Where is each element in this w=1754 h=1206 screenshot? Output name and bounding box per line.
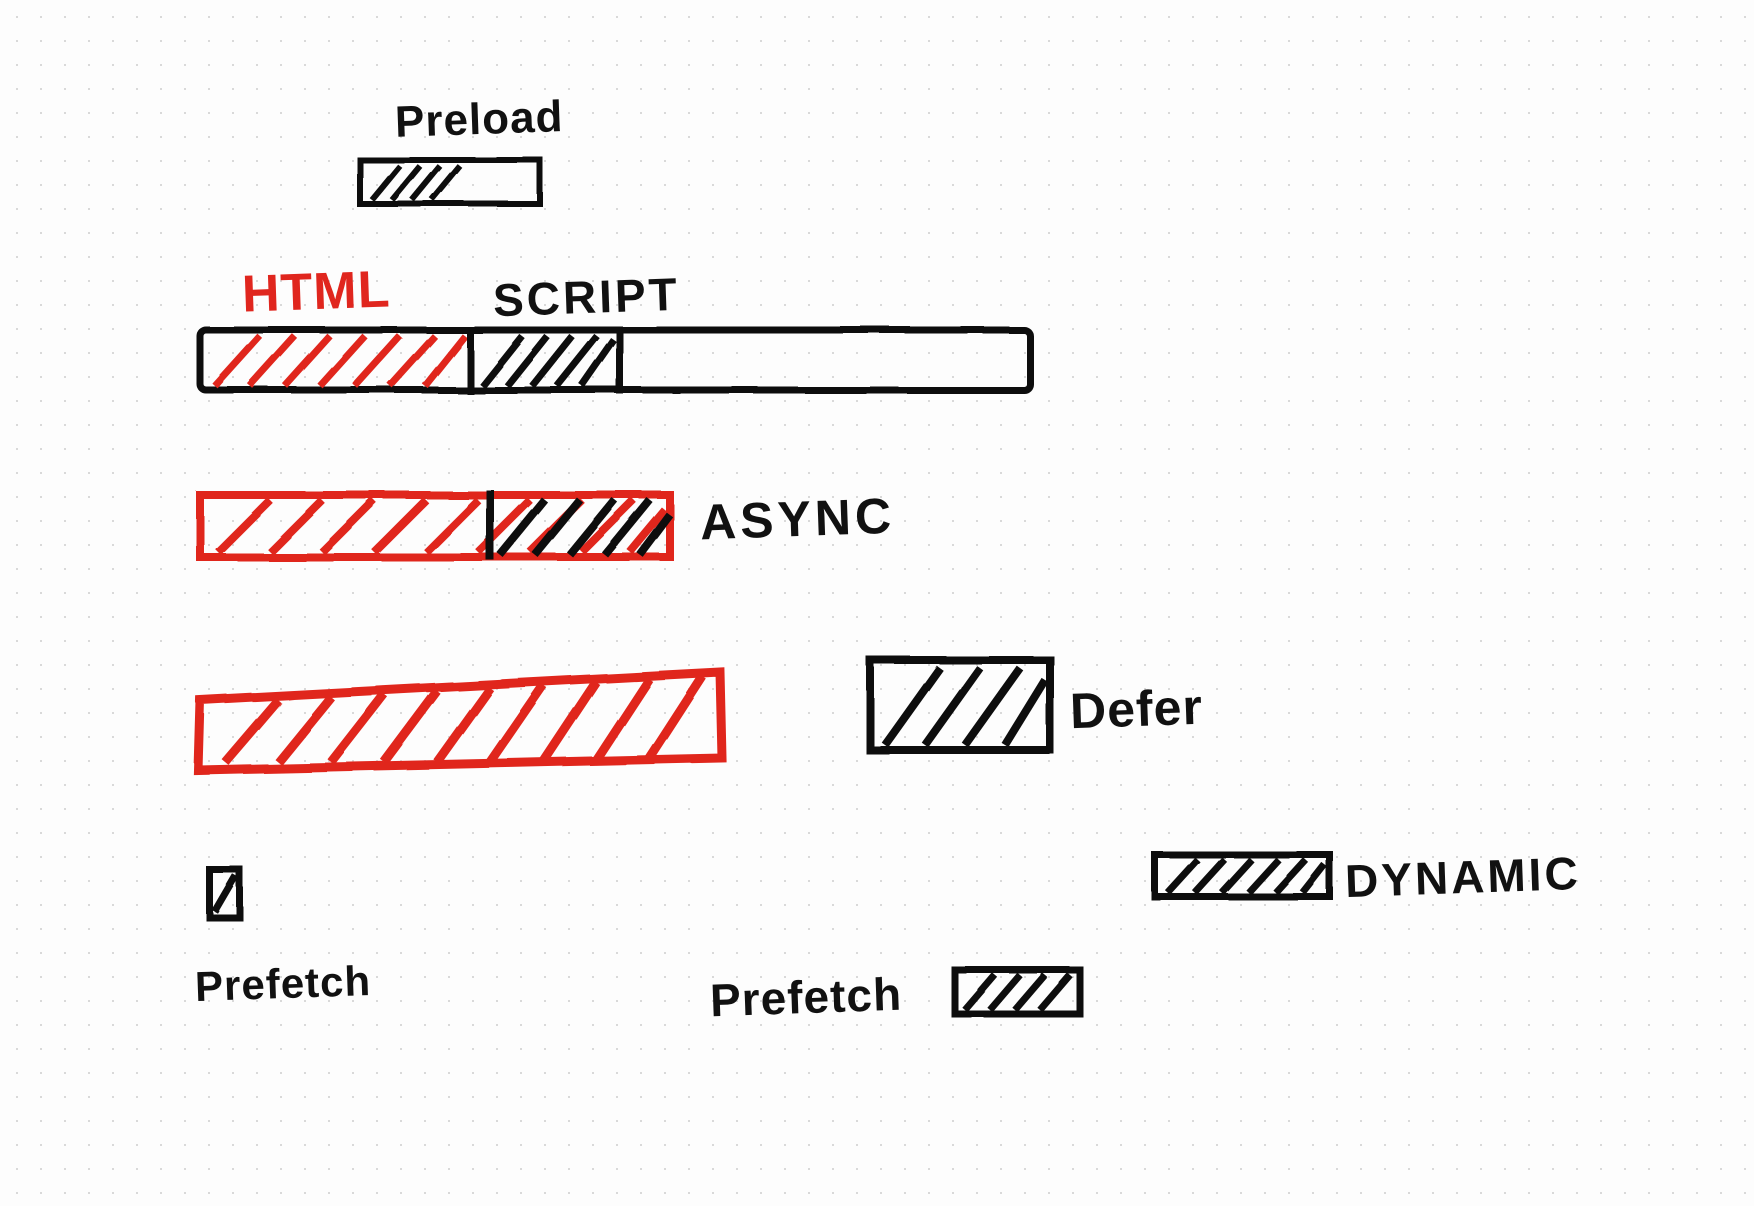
sketch-svg	[0, 0, 1754, 1206]
bar-main-timeline	[200, 328, 1030, 394]
bar-defer-script	[870, 660, 1050, 750]
bar-async	[200, 490, 670, 560]
bar-prefetch-box	[955, 970, 1080, 1014]
bar-preload	[360, 160, 540, 204]
bar-dynamic	[1155, 855, 1330, 897]
bar-prefetch-small	[210, 870, 240, 918]
bar-defer-html	[198, 672, 722, 770]
diagram-canvas: Preload HTML SCRIPT ASYNC Defer DYNAMIC …	[0, 0, 1754, 1206]
